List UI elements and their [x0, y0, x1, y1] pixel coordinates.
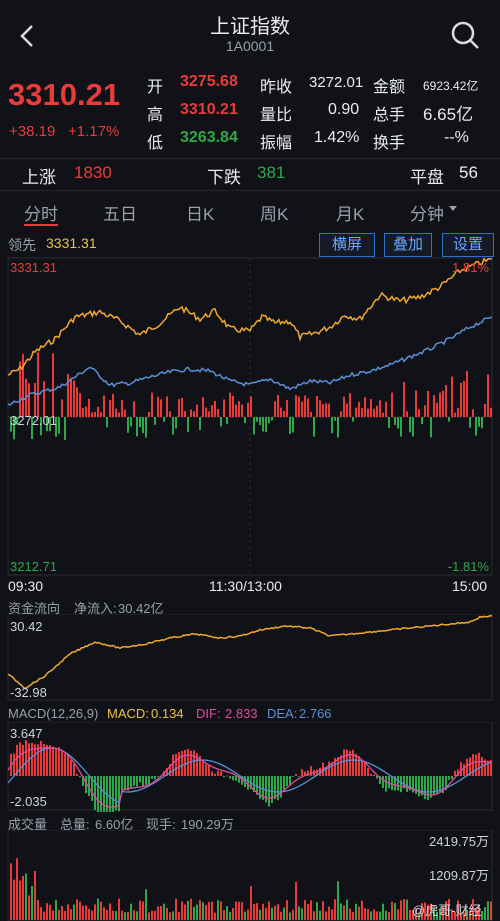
- search-button[interactable]: [448, 18, 482, 54]
- stock-code: 1A0001: [225, 38, 275, 54]
- landscape-button[interactable]: 横屏: [319, 233, 375, 257]
- time-mid-label: 11:30/13:00: [209, 578, 282, 594]
- pct-top-label: 1.81%: [452, 260, 489, 275]
- down-count-label: 下跌: [207, 168, 241, 187]
- total-hands-label: 总手: [373, 107, 406, 124]
- up-count: 1830: [74, 163, 112, 182]
- time-start-label: 09:30: [8, 578, 44, 594]
- price-change: +38.19: [9, 123, 56, 140]
- dif-value: 2.833: [225, 706, 258, 721]
- time-end-label: 15:00: [452, 578, 488, 594]
- volume-y-top: 2419.75万: [429, 834, 489, 849]
- y-bottom-label: 3212.71: [10, 559, 57, 574]
- y-mid-label: 3272.01: [10, 413, 57, 428]
- prev-close-value: 3272.01: [309, 74, 364, 91]
- low-label: 低: [147, 135, 164, 152]
- tab-monthly-k[interactable]: 月K: [336, 200, 364, 225]
- leader-value: 3331.31: [46, 235, 97, 251]
- leader-label: 领先: [8, 237, 36, 253]
- pct-bottom-label: -1.81%: [448, 559, 490, 574]
- up-count-label: 上涨: [22, 168, 56, 187]
- tab-minute-dropdown-icon[interactable]: [449, 206, 457, 211]
- tab-five-day[interactable]: 五日: [103, 200, 137, 225]
- volume-y-mid: 1209.87万: [429, 868, 489, 883]
- macd-y-top: 3.647: [10, 726, 43, 741]
- y-top-label: 3331.31: [10, 260, 57, 275]
- current-price: 3310.21: [8, 77, 121, 112]
- macd-y-bottom: -2.035: [10, 794, 47, 809]
- total-hands-value: 6.65亿: [423, 105, 474, 124]
- dea-value: 2.766: [299, 706, 332, 721]
- intraday-chart[interactable]: 3331.31 3272.01 3212.71 1.81% -1.81%: [0, 257, 500, 577]
- open-value: 3275.68: [180, 73, 238, 90]
- low-value: 3263.84: [180, 129, 238, 146]
- search-icon: [451, 21, 479, 49]
- down-count: 381: [257, 163, 286, 182]
- turnover-value: --%: [444, 129, 469, 146]
- fund-flow-line: [7, 614, 493, 690]
- tab-active-indicator: [24, 224, 58, 226]
- dif-label: DIF:: [196, 706, 221, 721]
- price-change-pct: +1.17%: [68, 123, 120, 140]
- macd-value: 0.134: [151, 706, 184, 721]
- intraday-buy-sell-bars: [10, 352, 492, 440]
- macd-label: MACD:: [107, 706, 149, 721]
- amplitude-label: 振幅: [260, 135, 293, 152]
- dea-label: DEA:: [267, 706, 298, 721]
- tab-daily-k[interactable]: 日K: [186, 200, 214, 225]
- amount-label: 金额: [373, 79, 406, 96]
- fund-flow-y-top: 30.42: [10, 619, 43, 634]
- amount-value: 6923.42亿: [423, 79, 479, 93]
- macd-chart[interactable]: 3.647 -2.035: [0, 722, 500, 812]
- high-label: 高: [147, 107, 164, 124]
- tab-weekly-k[interactable]: 周K: [260, 200, 288, 225]
- tab-intraday[interactable]: 分时: [24, 200, 58, 225]
- watermark: @虎哥-财经: [412, 903, 482, 918]
- fund-flow-chart[interactable]: 30.42 -32.98: [0, 614, 500, 702]
- overlay-button[interactable]: 叠加: [384, 233, 432, 257]
- macd-title: MACD(12,26,9): [8, 706, 99, 721]
- flat-count-label: 平盘: [410, 168, 444, 187]
- high-value: 3310.21: [180, 101, 238, 118]
- flat-count: 56: [459, 163, 478, 182]
- prev-close-label: 昨收: [260, 79, 293, 96]
- vol-ratio-label: 量比: [260, 107, 293, 124]
- fund-flow-y-bottom: -32.98: [10, 685, 47, 700]
- amplitude-value: 1.42%: [314, 129, 360, 146]
- page-title: 上证指数: [210, 16, 290, 38]
- tab-minute[interactable]: 分钟: [410, 200, 444, 225]
- vol-ratio-value: 0.90: [328, 101, 360, 118]
- turnover-label: 换手: [373, 135, 406, 152]
- open-label: 开: [147, 79, 164, 96]
- settings-button[interactable]: 设置: [442, 233, 494, 257]
